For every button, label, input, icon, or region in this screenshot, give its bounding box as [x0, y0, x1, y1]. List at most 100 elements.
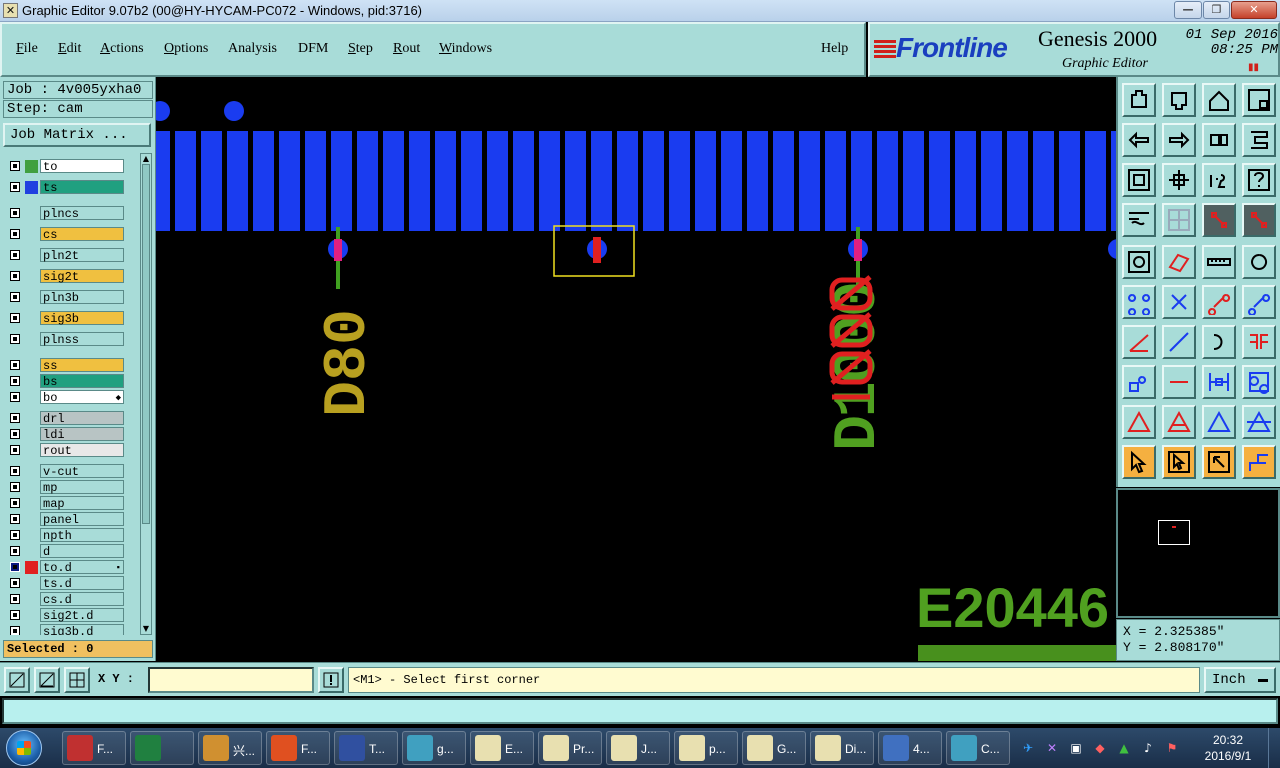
help-tool-button[interactable] — [1242, 163, 1276, 197]
select-line-tool-button[interactable] — [1162, 245, 1196, 279]
taskbar-task[interactable]: F... — [62, 731, 126, 765]
taskbar-task[interactable]: J... — [606, 731, 670, 765]
layer-name[interactable]: sig2t.d — [40, 608, 124, 623]
connect-pads-tool-button[interactable] — [1122, 285, 1156, 319]
tray-x-icon[interactable]: ✕ — [1044, 740, 1060, 756]
tray-network-icon[interactable]: ▲ — [1116, 740, 1132, 756]
select-round-tool-button[interactable] — [1242, 245, 1276, 279]
layer-checkbox[interactable] — [10, 562, 20, 572]
layer-checkbox[interactable] — [10, 392, 20, 402]
layer-row-plncs[interactable]: plncs — [4, 206, 138, 221]
layer-checkbox[interactable] — [10, 514, 20, 524]
layer-row-cs.d[interactable]: cs.d — [4, 592, 138, 607]
grid-view-tool-button[interactable] — [1162, 203, 1196, 237]
volume-icon[interactable]: ♪ — [1140, 740, 1156, 756]
split-tool-button[interactable] — [1242, 325, 1276, 359]
pointer-tool-button[interactable] — [1122, 445, 1156, 479]
unit-selector[interactable]: Inch — [1204, 667, 1276, 693]
graphic-canvas[interactable]: D80 D1000 E20446 — [156, 77, 1116, 661]
menu-options[interactable]: Options — [164, 41, 208, 57]
layer-name[interactable]: ss — [40, 358, 124, 373]
home-tool-button[interactable] — [1202, 83, 1236, 117]
layer-row-to.d[interactable]: to.d ▪ — [4, 560, 138, 575]
layer-row-map[interactable]: map — [4, 496, 138, 511]
layer-name[interactable]: npth — [40, 528, 124, 543]
page-down-tool-button[interactable] — [1162, 83, 1196, 117]
layer-name[interactable]: to — [40, 159, 124, 174]
layer-connect2-tool-button[interactable] — [1242, 203, 1276, 237]
layer-name[interactable]: bo ◆ — [40, 390, 124, 405]
layer-name[interactable]: v-cut — [40, 464, 124, 479]
zoom-fit-tool-button[interactable] — [1122, 163, 1156, 197]
mouse-config-tool-button[interactable] — [1122, 203, 1156, 237]
menu-edit[interactable]: Edit — [58, 41, 81, 57]
taskbar-task[interactable]: F... — [266, 731, 330, 765]
tray-app-icon[interactable]: ✈ — [1020, 740, 1036, 756]
menu-windows[interactable]: Windows — [439, 41, 492, 57]
layer-checkbox[interactable] — [10, 376, 20, 386]
taskbar-task[interactable]: Pr... — [538, 731, 602, 765]
layer-row-drl[interactable]: drl — [4, 411, 138, 426]
menu-file[interactable]: File — [16, 41, 38, 57]
tray-security-icon[interactable]: ◆ — [1092, 740, 1108, 756]
menu-rout[interactable]: Rout — [393, 41, 420, 57]
layer-row-to[interactable]: to — [4, 159, 138, 174]
tray-device-icon[interactable]: ▣ — [1068, 740, 1084, 756]
add-pad-tool-button[interactable] — [1122, 365, 1156, 399]
move-pad-tool-button[interactable] — [1202, 285, 1236, 319]
layer-checkbox[interactable] — [10, 546, 20, 556]
layer-name[interactable]: panel — [40, 512, 124, 527]
layer-checkbox[interactable] — [10, 466, 20, 476]
menu-dfm[interactable]: DFM — [298, 41, 328, 57]
zoom-center-tool-button[interactable] — [1162, 163, 1196, 197]
layer-name[interactable]: sig3b — [40, 311, 124, 326]
scrollbar-thumb[interactable] — [142, 164, 150, 524]
taskbar-task[interactable]: Di... — [810, 731, 874, 765]
layer-checkbox[interactable] — [10, 250, 20, 260]
scale-1-2-tool-button[interactable] — [1202, 163, 1236, 197]
layer-row-pln2t[interactable]: pln2t — [4, 248, 138, 263]
layer-name[interactable]: drl — [40, 411, 124, 426]
layer-name[interactable]: mp — [40, 480, 124, 495]
layer-name[interactable]: to.d ▪ — [40, 560, 124, 575]
layer-name[interactable]: sig3b.d — [40, 624, 124, 635]
pointer-box-tool-button[interactable] — [1162, 445, 1196, 479]
layer-name[interactable]: cs.d — [40, 592, 124, 607]
menu-step[interactable]: Step — [348, 41, 373, 57]
layer-row-npth[interactable]: npth — [4, 528, 138, 543]
taskbar-task[interactable]: T... — [334, 731, 398, 765]
layer-checkbox[interactable] — [10, 413, 20, 423]
taskbar-task[interactable] — [130, 731, 194, 765]
layer-name[interactable]: bs — [40, 374, 124, 389]
layer-checkbox[interactable] — [10, 271, 20, 281]
layer-name[interactable]: sig2t — [40, 269, 124, 284]
pause-icon[interactable]: ▮▮ — [1248, 62, 1259, 73]
layer-color-swatch[interactable] — [25, 181, 38, 194]
move-pad2-tool-button[interactable] — [1242, 285, 1276, 319]
layer-row-panel[interactable]: panel — [4, 512, 138, 527]
triangle-b-tool-button[interactable] — [1202, 405, 1236, 439]
xy-input-field[interactable] — [148, 667, 314, 693]
select-pad-tool-button[interactable] — [1122, 245, 1156, 279]
maximize-button[interactable]: ❐ — [1203, 1, 1230, 19]
taskbar-task[interactable]: G... — [742, 731, 806, 765]
layer-row-bo[interactable]: bo ◆ — [4, 390, 138, 405]
layer-checkbox[interactable] — [10, 578, 20, 588]
taskbar-task[interactable]: p... — [674, 731, 738, 765]
overview-minimap[interactable] — [1116, 488, 1280, 618]
layer-checkbox[interactable] — [10, 360, 20, 370]
scroll-up-icon[interactable]: ▲ — [141, 154, 151, 164]
taskbar-clock[interactable]: 20:32 2016/9/1 — [1196, 732, 1260, 764]
draw-line-tool-button[interactable] — [1162, 325, 1196, 359]
layer-name[interactable]: d — [40, 544, 124, 559]
segment-tool-button[interactable] — [1242, 123, 1276, 157]
layer-color-swatch[interactable] — [25, 160, 38, 173]
triangle-red-tool-button[interactable] — [1122, 405, 1156, 439]
alert-button[interactable] — [318, 667, 344, 693]
layer-checkbox[interactable] — [10, 626, 20, 635]
fit-window-tool-button[interactable] — [1242, 83, 1276, 117]
start-button[interactable] — [6, 730, 42, 766]
layer-checkbox[interactable] — [10, 334, 20, 344]
layer-row-sig2t.d[interactable]: sig2t.d — [4, 608, 138, 623]
draw-angle-tool-button[interactable] — [1122, 325, 1156, 359]
